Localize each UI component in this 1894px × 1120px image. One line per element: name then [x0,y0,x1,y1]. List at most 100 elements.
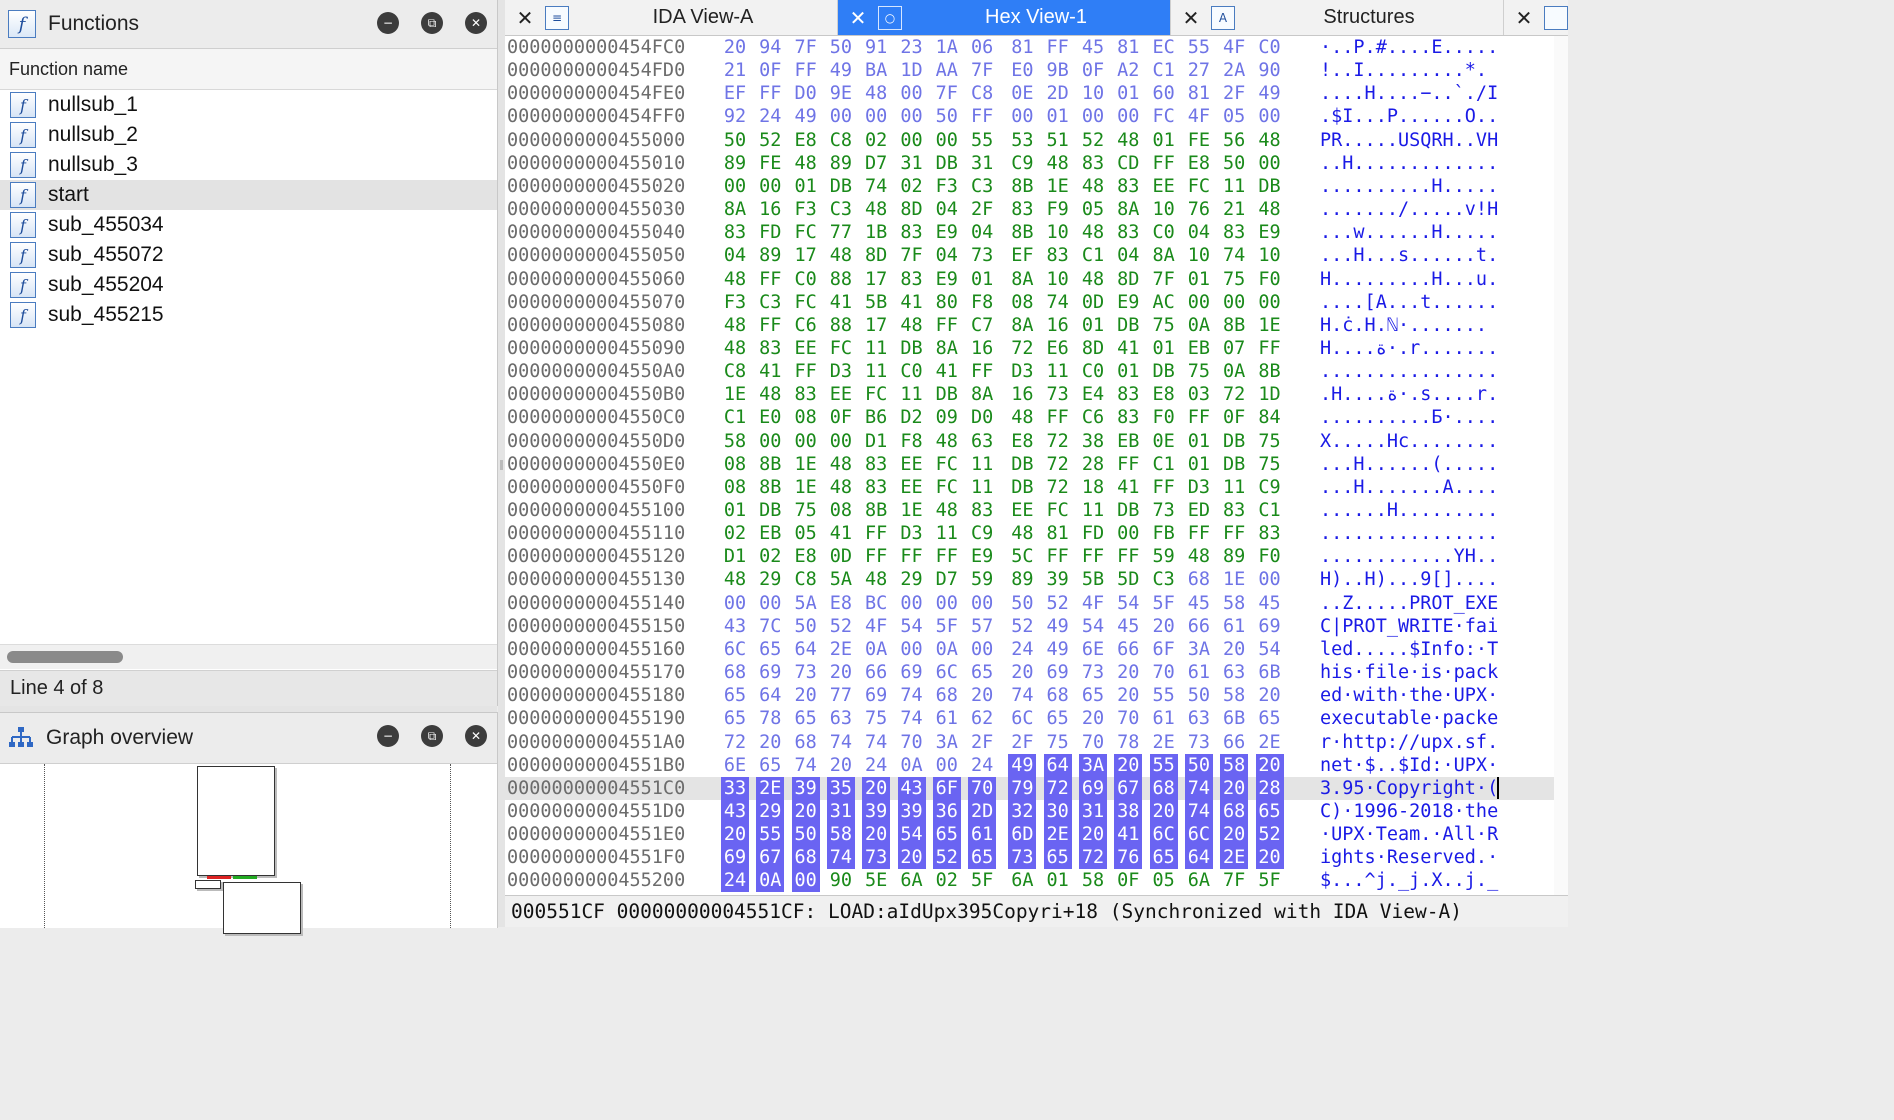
hex-byte[interactable]: 66 [1114,638,1142,661]
hex-byte[interactable]: 65 [1044,707,1072,730]
hex-byte[interactable]: 20 [1114,684,1142,707]
hex-byte[interactable]: 00 [827,430,855,453]
hex-byte[interactable]: 39 [791,776,820,800]
hex-byte[interactable]: 10 [1044,221,1072,244]
hex-byte[interactable]: 8D [1079,337,1107,360]
hex-byte[interactable]: 89 [721,152,749,175]
hex-byte[interactable]: 01 [1044,105,1072,128]
hex-byte[interactable]: 8A [968,383,996,406]
hex-byte[interactable]: 0A [756,869,785,893]
hex-byte[interactable]: 00 [933,754,961,777]
hex-byte[interactable]: 50 [1220,152,1248,175]
hex-byte[interactable]: 20 [897,846,926,870]
function-item-nullsub_1[interactable]: f nullsub_1 [0,90,497,120]
hex-row[interactable]: 00000000004551C0 33 2E 39 35 20 43 6F 70 79 72 69 67… [505,776,1568,800]
hex-byte[interactable]: 02 [933,869,961,892]
hex-byte[interactable]: 81 [1044,522,1072,545]
hex-byte[interactable]: 73 [792,661,820,684]
hex-byte[interactable]: 20 [792,684,820,707]
hex-byte[interactable]: 4F [1220,36,1248,59]
hex-byte[interactable]: 24 [968,754,996,777]
hex-byte[interactable]: 48 [1079,268,1107,291]
hex-byte[interactable]: 90 [1256,59,1284,82]
hex-byte[interactable]: D3 [827,360,855,383]
hex-byte[interactable]: FC [933,453,961,476]
hex-byte[interactable]: 48 [1114,129,1142,152]
hex-byte[interactable]: 69 [756,661,784,684]
hex-byte[interactable]: FC [1185,175,1213,198]
hex-byte[interactable]: 6D [1008,823,1037,847]
hex-byte[interactable]: 01 [1185,430,1213,453]
ascii-text[interactable]: ......./.....v!H [1320,198,1498,221]
hex-byte[interactable]: 81 [1008,36,1036,59]
hex-byte[interactable]: F3 [792,198,820,221]
hex-byte[interactable]: 88 [827,268,855,291]
hex-byte[interactable]: 45 [1256,592,1284,615]
hex-byte[interactable]: 65 [756,638,784,661]
ascii-text[interactable]: $...^j._j.X..j._ [1320,869,1498,892]
hex-byte[interactable]: 74 [1220,244,1248,267]
hex-byte[interactable]: 6C [721,638,749,661]
hex-byte[interactable]: FC [827,337,855,360]
hex-byte[interactable]: 02 [721,522,749,545]
hex-byte[interactable]: 68 [792,731,820,754]
hex-byte[interactable]: 68 [1044,684,1072,707]
hex-byte[interactable]: FF [792,360,820,383]
hex-byte[interactable]: 02 [898,175,926,198]
hex-byte[interactable]: 8B [1256,360,1284,383]
hex-byte[interactable]: 11 [968,453,996,476]
hex-byte[interactable]: 52 [756,129,784,152]
hex-byte[interactable]: 00 [756,592,784,615]
hex-byte[interactable]: 54 [1114,592,1142,615]
hex-byte[interactable]: 48 [1008,522,1036,545]
hex-byte[interactable]: 0A [862,638,890,661]
hex-byte[interactable]: 83 [792,383,820,406]
hex-byte[interactable]: 39 [897,799,926,823]
hex-byte[interactable]: 32 [1008,799,1037,823]
hex-byte[interactable]: E8 [792,129,820,152]
hex-byte[interactable]: D1 [721,545,749,568]
hex-byte[interactable]: EE [898,476,926,499]
hex-byte[interactable]: 69 [898,661,926,684]
tab-overflow[interactable]: ✕ [1504,0,1568,35]
hex-byte[interactable]: 04 [1114,244,1142,267]
hex-row[interactable]: 0000000000455080 48 FF C6 88 17 48 FF C7 8A 16 01 DB… [505,314,1568,337]
ascii-text[interactable]: executable·packe [1320,707,1498,730]
hex-byte[interactable]: 24 [1008,638,1036,661]
hex-row[interactable]: 00000000004551B0 6E 65 74 20 24 0A 00 24 49 64 3A 20… [505,753,1568,777]
hex-byte[interactable]: 6A [898,869,926,892]
hex-byte[interactable]: 65 [968,846,997,870]
hex-byte[interactable]: 01 [1185,268,1213,291]
hex-byte[interactable]: 05 [1150,869,1178,892]
hex-byte[interactable]: 48 [721,268,749,291]
hex-byte[interactable]: 48 [1044,152,1072,175]
hex-byte[interactable]: F0 [1150,406,1178,429]
hex-byte[interactable]: EC [1150,36,1178,59]
hex-byte[interactable]: 48 [933,499,961,522]
hex-byte[interactable]: 29 [898,568,926,591]
hex-byte[interactable]: 7F [792,36,820,59]
hex-byte[interactable]: 94 [756,36,784,59]
hex-byte[interactable]: 69 [862,684,890,707]
ascii-text[interactable]: X.....Hc........ [1320,430,1498,453]
hex-byte[interactable]: 83 [1114,406,1142,429]
hex-row[interactable]: 0000000000454FD0 21 0F FF 49 BA 1D AA 7F E0 9B 0F A2… [505,59,1568,82]
hex-byte[interactable]: 5A [792,592,820,615]
hex-byte[interactable]: 48 [933,430,961,453]
hex-byte[interactable]: 5A [827,568,855,591]
hex-byte[interactable]: 48 [862,568,890,591]
hex-byte[interactable]: 54 [897,823,926,847]
hex-byte[interactable]: 29 [756,568,784,591]
close-icon[interactable]: ✕ [838,6,878,30]
hex-byte[interactable]: C3 [1150,568,1178,591]
hex-row[interactable]: 00000000004551F0 69 67 68 74 73 20 52 65 73 65 72 76… [505,846,1568,870]
hex-byte[interactable]: 52 [827,615,855,638]
hex-byte[interactable]: 1E [792,453,820,476]
hex-byte[interactable]: 53 [1008,129,1036,152]
hex-byte[interactable]: 65 [721,684,749,707]
hex-byte[interactable]: 50 [721,129,749,152]
hex-byte[interactable]: 04 [721,244,749,267]
hex-byte[interactable]: 08 [827,499,855,522]
hex-byte[interactable]: 75 [1220,268,1248,291]
hex-byte[interactable]: 78 [1114,731,1142,754]
